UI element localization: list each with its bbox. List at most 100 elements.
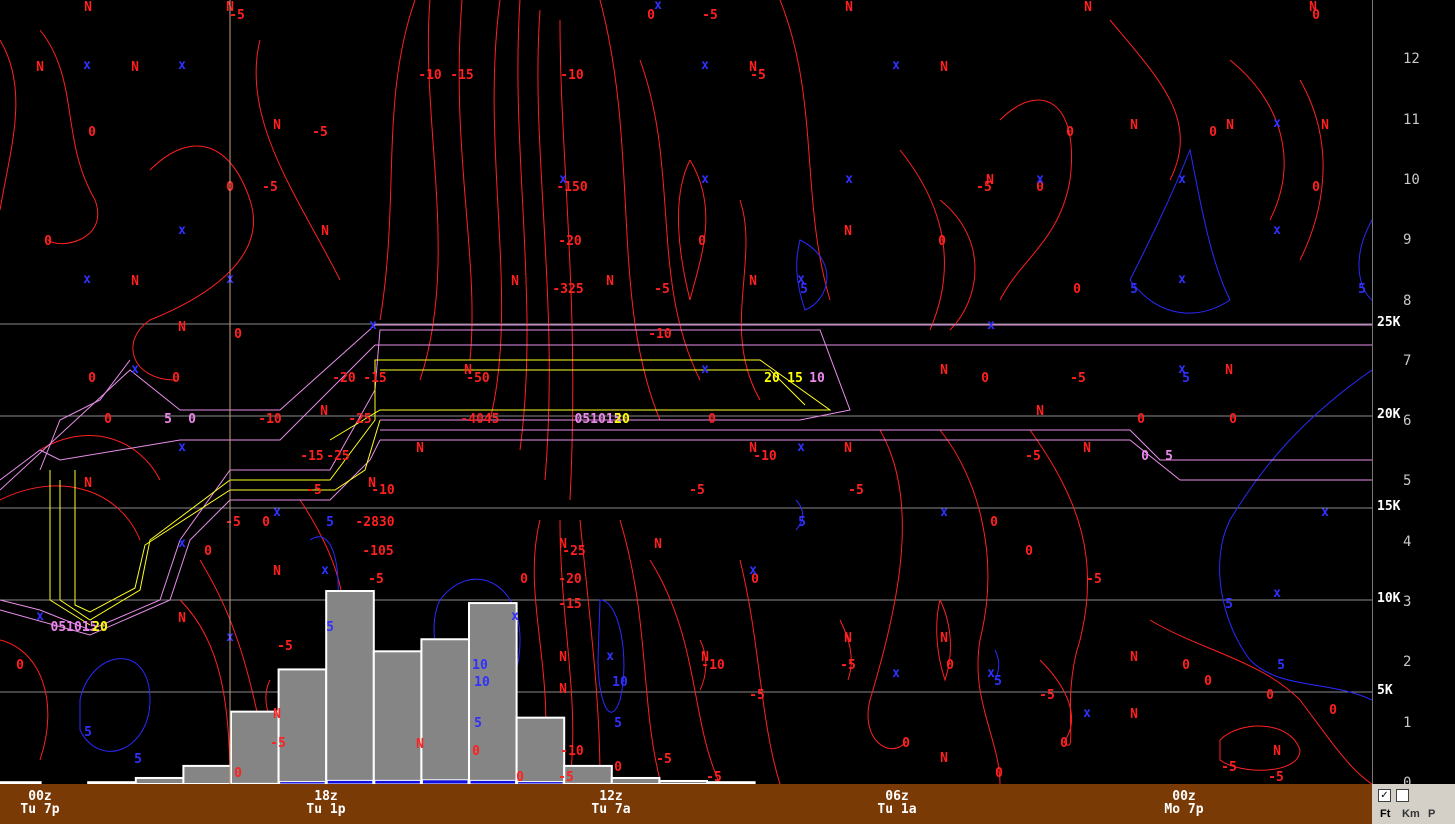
red-contour-15	[779, 0, 831, 301]
contour-label-40: -5	[706, 770, 722, 784]
contour-label-39: -5	[656, 752, 672, 767]
contour-label-87: 0	[995, 766, 1003, 781]
red-contour-3	[255, 39, 341, 281]
contour-label-94: 10	[612, 675, 628, 690]
checkbox-1[interactable]: ✓	[1378, 789, 1391, 802]
contour-label-60: 0	[708, 412, 716, 427]
contour-label-98: 5	[1358, 282, 1366, 297]
unit-ft-button[interactable]: Ft	[1380, 808, 1390, 820]
contour-label-72: 0	[1025, 544, 1033, 559]
contour-label-57: 0	[938, 234, 946, 249]
red-contour-4	[379, 0, 416, 321]
marker-n-7: N	[749, 60, 757, 75]
ft-tick-15K: 15K	[1377, 499, 1401, 515]
contour-label-0: -10	[418, 68, 442, 83]
marker-x-84: x	[1083, 706, 1091, 721]
contour-label-59: 0	[981, 371, 989, 386]
marker-n-18: N	[606, 274, 614, 289]
marker-n-9: N	[273, 118, 281, 133]
contour-label-110: 15	[787, 371, 803, 386]
contour-label-84: 0	[614, 760, 622, 775]
contour-label-3: -5	[312, 125, 328, 140]
marker-x-59: x	[1273, 223, 1281, 238]
contour-label-9: -10	[648, 327, 672, 342]
contour-label-95: 5	[614, 716, 622, 731]
marker-n-42: N	[273, 707, 281, 722]
contour-label-82: 0	[234, 766, 242, 781]
red-contour-36	[1149, 619, 1373, 785]
contour-label-100: 5	[798, 515, 806, 530]
marker-x-47: x	[654, 0, 662, 13]
contour-label-2: -10	[560, 68, 584, 83]
contour-label-22: -5	[689, 483, 705, 498]
marker-x-82: x	[892, 666, 900, 681]
marker-n-16: N	[131, 274, 139, 289]
contour-label-53: 0	[88, 371, 96, 386]
marker-x-56: x	[1036, 172, 1044, 187]
marker-x-70: x	[797, 440, 805, 455]
contour-label-65: 0	[1312, 180, 1320, 195]
marker-n-40: N	[1130, 650, 1138, 665]
marker-x-62: x	[797, 272, 805, 287]
cross-section-plot[interactable]: -10 -15 -10 -5 -5 -15 0 -20 -325 -5 -10 -20 -15 -5 0 -1…	[0, 0, 1373, 786]
contour-label-17: -25	[326, 449, 349, 464]
contour-label-43: -5	[1268, 770, 1284, 784]
marker-n-37: N	[940, 631, 948, 646]
marker-x-49: x	[178, 58, 186, 73]
red-contour-33	[867, 429, 907, 750]
contour-label-38: -10	[560, 744, 584, 759]
contour-label-78: 0	[1204, 674, 1212, 689]
contour-label-35: -5	[1039, 688, 1055, 703]
unit-p-button[interactable]: P	[1428, 808, 1435, 820]
marker-x-64: x	[369, 318, 377, 333]
marker-n-0: N	[84, 0, 92, 15]
marker-x-53: x	[559, 172, 567, 187]
km-tick-1: 1	[1403, 714, 1412, 731]
contour-label-85: 0	[902, 736, 910, 751]
marker-n-3: N	[1084, 0, 1092, 15]
marker-n-15: N	[844, 224, 852, 239]
contour-label-93: 10	[474, 675, 490, 690]
marker-n-2: N	[845, 0, 853, 15]
red-contour-28	[579, 519, 601, 781]
blue-contour-7	[1219, 369, 1373, 701]
yellow-isotherm-2	[380, 369, 806, 406]
marker-n-30: N	[84, 476, 92, 491]
contour-labels: -10 -15 -10 -5 -5 -15 0 -20 -325 -5 -10 -20 -15 -5 0 -1…	[16, 8, 1366, 785]
contour-label-89: 5	[134, 752, 142, 767]
marker-n-28: N	[844, 441, 852, 456]
contour-label-58: 0	[1073, 282, 1081, 297]
red-contour-22	[39, 435, 161, 481]
marker-x-77: x	[1273, 586, 1281, 601]
marker-n-22: N	[1225, 363, 1233, 378]
contour-label-8: -5	[654, 282, 670, 297]
pink-isotherm-0	[0, 324, 1372, 491]
marker-n-36: N	[844, 631, 852, 646]
unit-km-button[interactable]: Km	[1402, 808, 1420, 820]
contour-label-23: -5	[848, 483, 864, 498]
marker-n-8: N	[940, 60, 948, 75]
histogram-bar-8	[372, 650, 423, 785]
km-tick-4: 4	[1403, 533, 1412, 550]
marker-n-14: N	[321, 224, 329, 239]
contour-label-71: 0	[990, 515, 998, 530]
marker-n-19: N	[749, 274, 757, 289]
contour-label-25: -2830	[355, 515, 394, 530]
pink-isotherm-extra-4	[39, 359, 131, 471]
marker-n-41: N	[559, 682, 567, 697]
marker-n-5: N	[36, 60, 44, 75]
marker-x-74: x	[178, 536, 186, 551]
marker-n-34: N	[273, 564, 281, 579]
marker-x-58: x	[178, 223, 186, 238]
km-tick-12: 12	[1403, 51, 1420, 68]
marker-n-44: N	[416, 737, 424, 752]
marker-x-52: x	[1273, 116, 1281, 131]
km-tick-8: 8	[1403, 292, 1412, 309]
marker-n-38: N	[559, 650, 567, 665]
contour-label-111: 10	[809, 371, 825, 386]
marker-n-39: N	[701, 650, 709, 665]
ft-tick-25K: 25K	[1377, 315, 1401, 331]
contour-label-6: -20	[558, 234, 582, 249]
positive-velocity-contours	[79, 148, 1373, 752]
checkbox-2[interactable]	[1396, 789, 1409, 802]
